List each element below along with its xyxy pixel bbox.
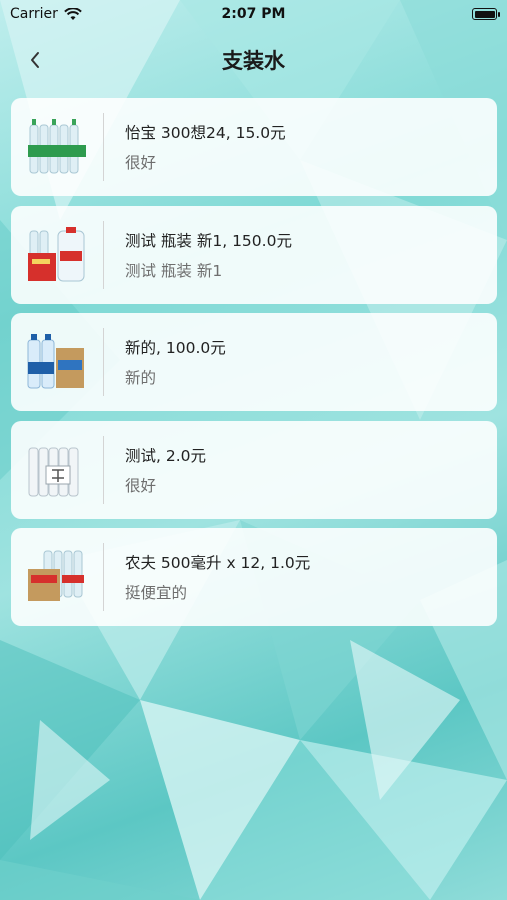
product-image bbox=[21, 541, 93, 613]
item-title: 测试, 2.0元 bbox=[125, 446, 207, 465]
status-bar: Carrier 2:07 PM bbox=[0, 0, 507, 28]
product-image bbox=[21, 111, 93, 183]
product-list: 怡宝 300想24, 15.0元 很好 测试 瓶装 新1, 150.0元 测试 … bbox=[11, 98, 497, 636]
battery-icon bbox=[472, 8, 500, 20]
list-item[interactable]: 新的, 100.0元 新的 bbox=[11, 313, 497, 411]
clock: 2:07 PM bbox=[221, 6, 286, 22]
item-subtitle: 很好 bbox=[125, 154, 157, 172]
back-button[interactable] bbox=[20, 44, 50, 76]
chevron-left-icon bbox=[31, 52, 39, 68]
list-item[interactable]: 测试, 2.0元 很好 bbox=[11, 420, 497, 519]
item-title: 新的, 100.0元 bbox=[125, 339, 226, 357]
item-subtitle: 测试 瓶装 新1 bbox=[125, 261, 223, 280]
product-image bbox=[21, 434, 93, 506]
item-subtitle: 挺便宜的 bbox=[125, 584, 188, 602]
divider bbox=[103, 113, 104, 181]
list-item[interactable]: 测试 瓶装 新1, 150.0元 测试 瓶装 新1 bbox=[11, 205, 497, 304]
item-subtitle: 新的 bbox=[125, 369, 157, 387]
divider bbox=[103, 220, 104, 289]
page-title: 支装水 bbox=[222, 49, 285, 73]
divider bbox=[103, 328, 104, 396]
divider bbox=[103, 435, 104, 504]
list-item[interactable]: 农夫 500毫升 x 12, 1.0元 挺便宜的 bbox=[11, 528, 497, 626]
divider bbox=[103, 543, 104, 611]
product-image bbox=[21, 326, 93, 398]
item-title: 怡宝 300想24, 15.0元 bbox=[125, 124, 286, 142]
product-image bbox=[21, 219, 93, 291]
item-title: 农夫 500毫升 x 12, 1.0元 bbox=[125, 554, 311, 572]
item-title: 测试 瓶装 新1, 150.0元 bbox=[125, 231, 292, 250]
list-item[interactable]: 怡宝 300想24, 15.0元 很好 bbox=[11, 98, 497, 196]
item-subtitle: 很好 bbox=[125, 476, 157, 495]
navigation-bar: 支装水 bbox=[0, 38, 507, 82]
